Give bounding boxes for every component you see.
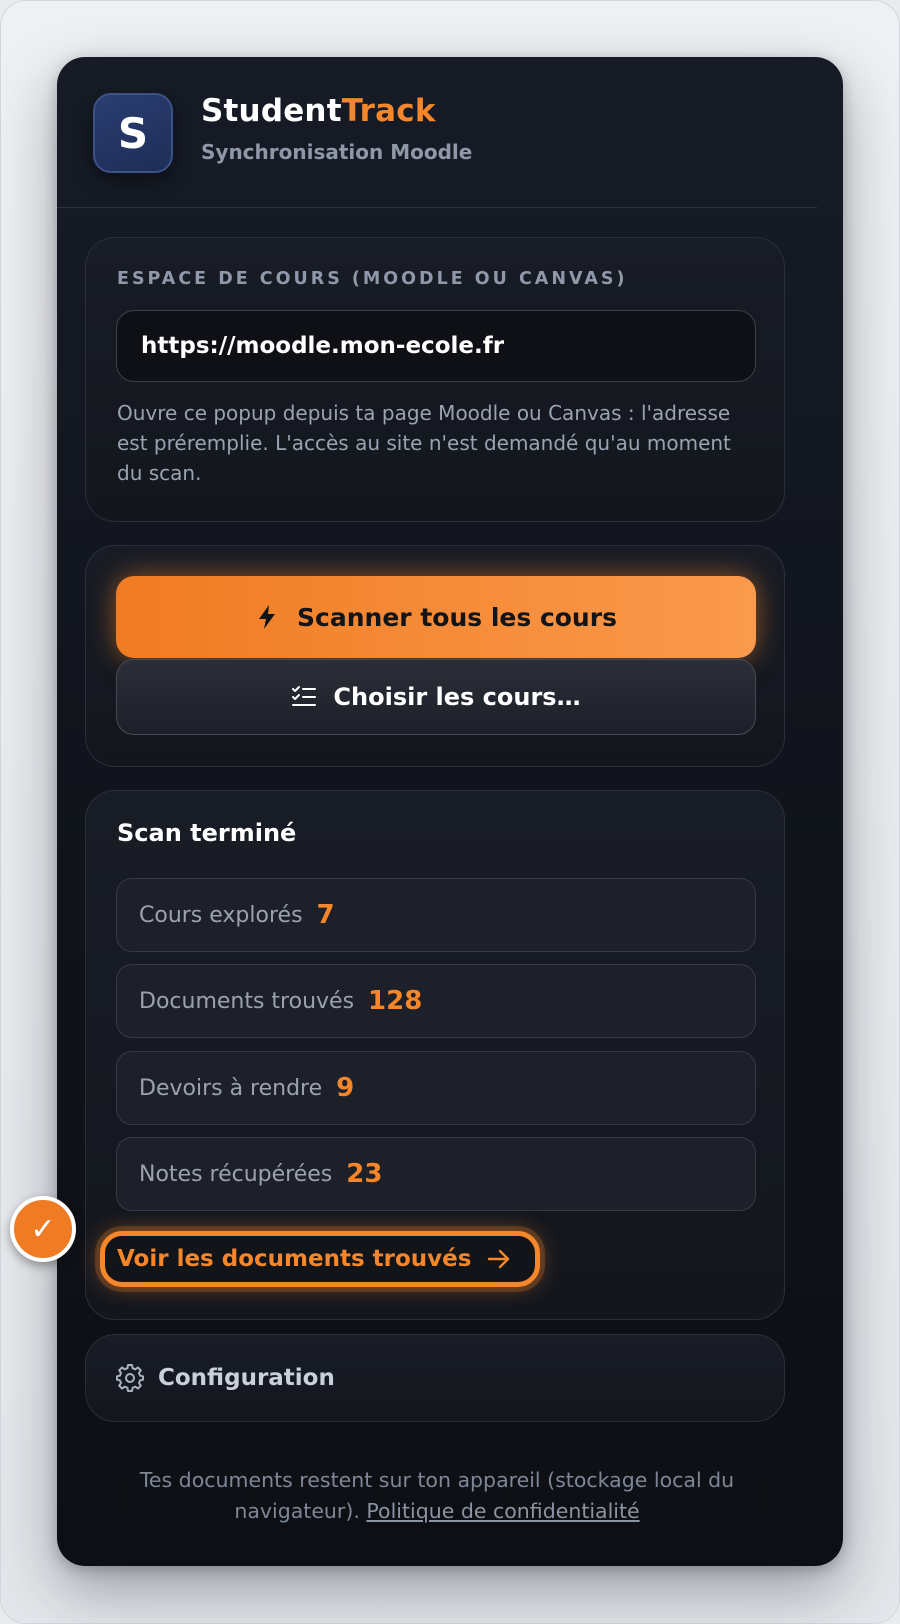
checklist-icon bbox=[292, 686, 317, 706]
stat-value: 9 bbox=[336, 1073, 355, 1103]
stat-grades-retrieved: Notes récupérées 23 bbox=[116, 1137, 756, 1211]
app-logo: S bbox=[93, 93, 173, 173]
stat-value: 128 bbox=[368, 986, 423, 1016]
stat-label: Cours explorés bbox=[139, 902, 303, 928]
configuration-button[interactable]: Configuration bbox=[85, 1334, 785, 1422]
extension-popup: S StudentTrack Synchronisation Moodle ES… bbox=[57, 57, 843, 1566]
brand-main: Student bbox=[201, 93, 342, 129]
scan-all-label: Scanner tous les cours bbox=[297, 602, 617, 632]
course-space-label: ESPACE DE COURS (MOODLE OU CANVAS) bbox=[117, 269, 628, 289]
stat-value: 23 bbox=[346, 1159, 383, 1189]
view-documents-label: Voir les documents trouvés bbox=[117, 1246, 472, 1272]
privacy-footer: Tes documents restent sur ton appareil (… bbox=[97, 1465, 777, 1527]
privacy-policy-link[interactable]: Politique de confidentialité bbox=[366, 1499, 639, 1523]
choose-courses-button[interactable]: Choisir les cours… bbox=[116, 659, 756, 735]
stat-documents-found: Documents trouvés 128 bbox=[116, 964, 756, 1038]
scan-all-button[interactable]: Scanner tous les cours bbox=[116, 576, 756, 658]
stat-label: Devoirs à rendre bbox=[139, 1075, 323, 1101]
scan-results-card: Scan terminé Cours explorés 7 Documents … bbox=[85, 790, 785, 1320]
actions-card: Scanner tous les cours Choisir les cours… bbox=[85, 545, 785, 767]
stat-courses-explored: Cours explorés 7 bbox=[116, 878, 756, 952]
lightning-icon bbox=[259, 605, 276, 629]
results-title: Scan terminé bbox=[117, 819, 297, 847]
choose-courses-label: Choisir les cours… bbox=[333, 683, 581, 711]
stat-value: 7 bbox=[316, 900, 335, 930]
course-url-input[interactable] bbox=[116, 310, 756, 382]
stat-label: Documents trouvés bbox=[139, 988, 355, 1014]
popup-header: S StudentTrack Synchronisation Moodle bbox=[57, 57, 817, 208]
arrow-right-icon bbox=[488, 1249, 510, 1269]
stat-assignments-due: Devoirs à rendre 9 bbox=[116, 1051, 756, 1125]
course-space-card: ESPACE DE COURS (MOODLE OU CANVAS) Ouvre… bbox=[85, 237, 785, 522]
view-documents-button[interactable]: Voir les documents trouvés bbox=[100, 1231, 540, 1287]
app-subtitle: Synchronisation Moodle bbox=[201, 140, 473, 164]
check-icon: ✓ bbox=[10, 1196, 76, 1262]
stat-label: Notes récupérées bbox=[139, 1161, 333, 1187]
app-title: StudentTrack bbox=[201, 93, 436, 129]
gear-icon bbox=[116, 1364, 144, 1392]
configuration-label: Configuration bbox=[158, 1365, 335, 1391]
course-space-help: Ouvre ce popup depuis ta page Moodle ou … bbox=[117, 401, 731, 485]
brand-accent: Track bbox=[341, 93, 436, 129]
